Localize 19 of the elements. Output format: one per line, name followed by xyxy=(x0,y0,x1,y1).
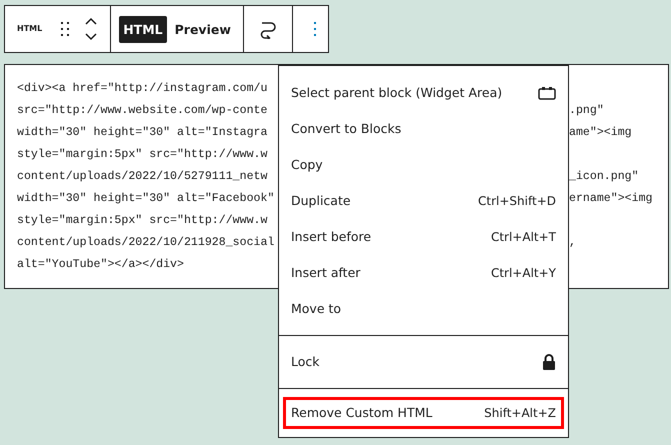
code-text: style="margin:5px" src="http://www.w xyxy=(17,214,268,228)
code-text: ame"><img xyxy=(569,125,632,142)
shortcut-text: Ctrl+Shift+D xyxy=(478,193,556,210)
code-text: content/uploads/2022/10/5279111_netw xyxy=(17,170,268,184)
code-text: src="http://www.website.com/wp-conte xyxy=(17,104,268,118)
code-text: width="30" height="30" alt="Instagra xyxy=(17,126,268,140)
shortcut-text: Ctrl+Alt+T xyxy=(490,229,556,246)
code-text: style="margin:5px" src="http://www.w xyxy=(17,148,268,162)
shortcut-text: Shift+Alt+Z xyxy=(484,405,556,422)
code-text: .png" xyxy=(569,103,604,120)
code-text: _icon.png" xyxy=(569,169,639,186)
block-type-label: HTML xyxy=(16,23,44,35)
code-text: ername"><img xyxy=(569,191,652,208)
code-text: width="30" height="30" alt="Facebook" xyxy=(17,192,274,206)
code-text: <div><a href="http://instagram.com/u xyxy=(17,82,268,96)
code-text: , xyxy=(569,235,576,252)
code-text: content/uploads/2022/10/211928_social xyxy=(17,236,274,250)
shortcut-text: Ctrl+Alt+Y xyxy=(490,265,556,282)
code-text: alt="YouTube"></a></div> xyxy=(17,258,184,272)
